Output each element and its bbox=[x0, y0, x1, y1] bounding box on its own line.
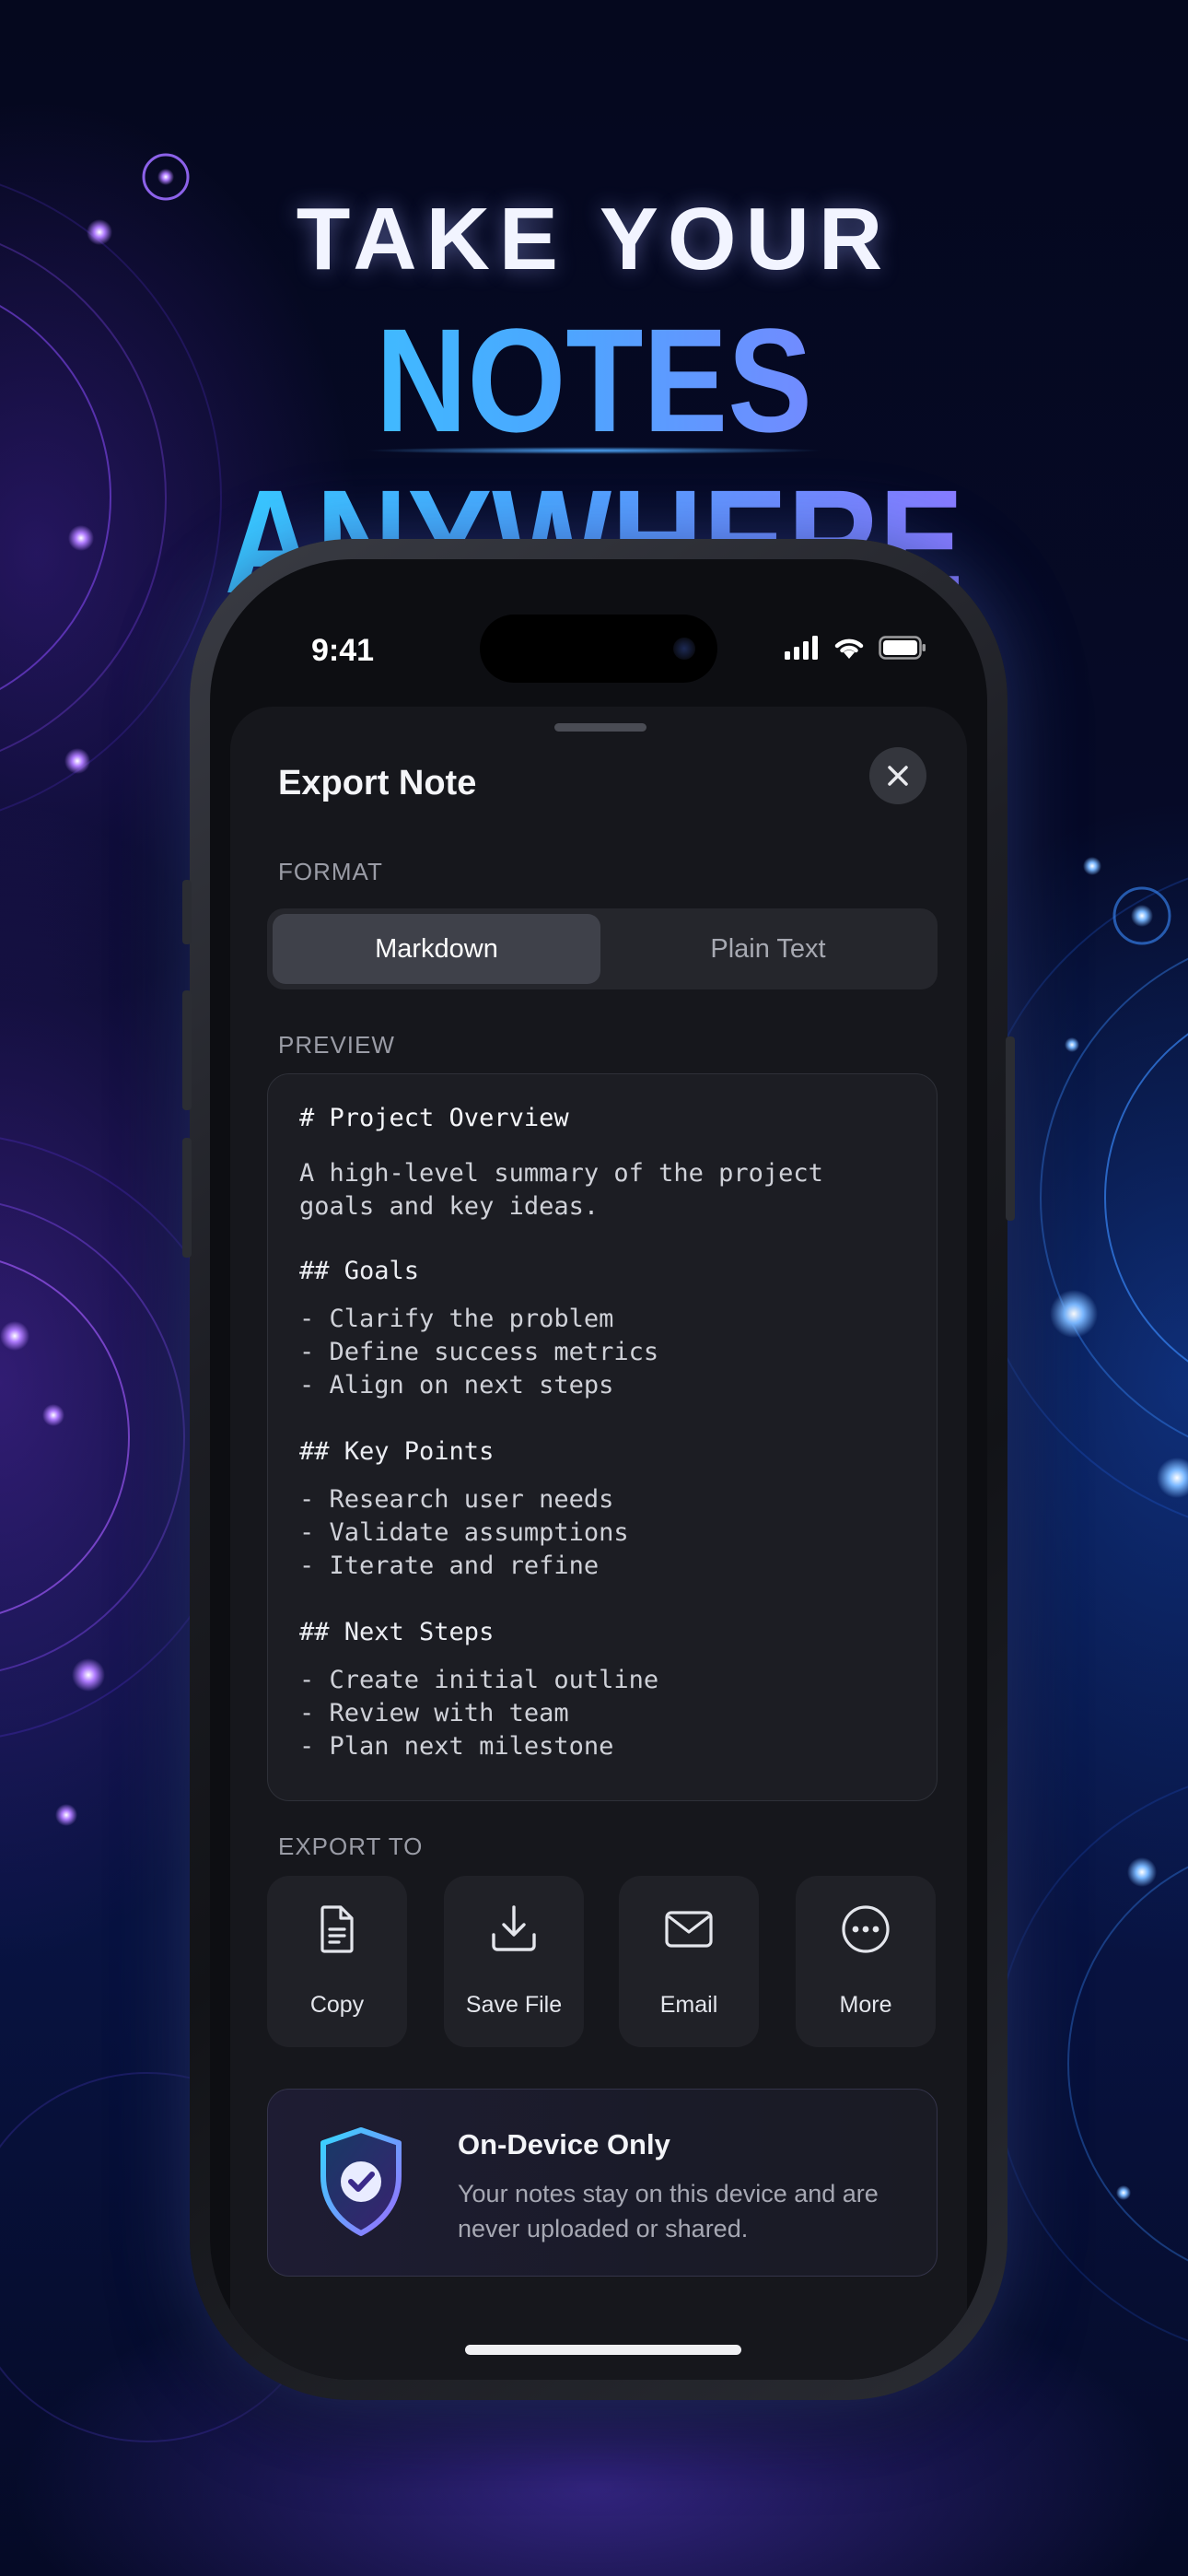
ellipsis-circle-icon bbox=[842, 1905, 890, 1953]
close-icon bbox=[888, 766, 908, 786]
preview-h2-goals: ## Goals bbox=[299, 1257, 420, 1285]
headline-line-1: TAKE YOUR bbox=[296, 190, 892, 288]
home-indicator[interactable] bbox=[465, 2345, 741, 2355]
headline-glow-line bbox=[364, 447, 824, 454]
format-option-markdown[interactable]: Markdown bbox=[273, 914, 600, 984]
format-option-plain-text[interactable]: Plain Text bbox=[604, 914, 932, 984]
preview-summary-line: A high-level summary of the project bbox=[299, 1159, 823, 1188]
cellular-signal-icon bbox=[785, 636, 818, 660]
dynamic-island bbox=[480, 615, 717, 683]
battery-icon bbox=[879, 636, 926, 660]
preview-label: PREVIEW bbox=[278, 1031, 395, 1059]
export-save-file-button[interactable]: Save File bbox=[444, 1876, 584, 2047]
close-button[interactable] bbox=[869, 747, 926, 804]
action-button bbox=[182, 880, 192, 944]
export-more-button[interactable]: More bbox=[796, 1876, 936, 2047]
status-time: 9:41 bbox=[311, 633, 375, 668]
shield-check-icon bbox=[320, 2127, 402, 2236]
document-icon bbox=[320, 1905, 354, 1953]
preview-list-item: - Align on next steps bbox=[299, 1371, 614, 1399]
phone-screen: 9:41 Export Note FORMAT Markdown Plain T… bbox=[210, 559, 987, 2380]
preview-list-item: - Plan next milestone bbox=[299, 1732, 614, 1761]
export-to-label: EXPORT TO bbox=[278, 1832, 424, 1860]
wifi-icon bbox=[834, 638, 864, 659]
status-icons bbox=[785, 635, 926, 661]
preview-summary-line: goals and key ideas. bbox=[299, 1192, 600, 1221]
export-save-file-label: Save File bbox=[465, 1992, 563, 2018]
preview-list-item: - Validate assumptions bbox=[299, 1518, 629, 1547]
preview-list-item: - Research user needs bbox=[299, 1485, 614, 1514]
markdown-preview: # Project Overview A high-level summary … bbox=[267, 1073, 938, 1801]
privacy-description: Your notes stay on this device and are n… bbox=[458, 2180, 879, 2242]
volume-down-button bbox=[182, 1138, 192, 1258]
preview-list-item: - Define success metrics bbox=[299, 1338, 659, 1366]
preview-h2-next-steps: ## Next Steps bbox=[299, 1618, 495, 1646]
preview-list-item: - Review with team bbox=[299, 1699, 569, 1727]
export-options: Copy Save File Email More bbox=[267, 1876, 938, 2047]
envelope-icon bbox=[665, 1911, 713, 1948]
camera-icon bbox=[673, 638, 695, 660]
export-email-button[interactable]: Email bbox=[619, 1876, 759, 2047]
format-segmented-control: Markdown Plain Text bbox=[267, 908, 938, 989]
export-sheet: Export Note FORMAT Markdown Plain Text P… bbox=[230, 707, 967, 2380]
export-more-label: More bbox=[839, 1992, 892, 2018]
export-copy-button[interactable]: Copy bbox=[267, 1876, 407, 2047]
preview-list-item: - Iterate and refine bbox=[299, 1551, 600, 1580]
volume-up-button bbox=[182, 990, 192, 1110]
export-copy-label: Copy bbox=[309, 1992, 365, 2018]
sheet-grabber[interactable] bbox=[554, 723, 646, 732]
preview-list-item: - Clarify the problem bbox=[299, 1305, 614, 1333]
download-icon bbox=[492, 1905, 536, 1951]
side-button bbox=[1006, 1036, 1015, 1221]
export-email-label: Email bbox=[659, 1992, 718, 2018]
sheet-title: Export Note bbox=[278, 764, 477, 802]
format-label: FORMAT bbox=[278, 858, 383, 885]
preview-list-item: - Create initial outline bbox=[299, 1666, 659, 1694]
preview-h1: # Project Overview bbox=[299, 1104, 569, 1132]
preview-h2-key-points: ## Key Points bbox=[299, 1437, 495, 1466]
privacy-title: On-Device Only bbox=[458, 2128, 670, 2160]
privacy-card: On-Device Only Your notes stay on this d… bbox=[267, 2089, 938, 2277]
phone-frame: 9:41 Export Note FORMAT Markdown Plain T… bbox=[182, 539, 1015, 2400]
